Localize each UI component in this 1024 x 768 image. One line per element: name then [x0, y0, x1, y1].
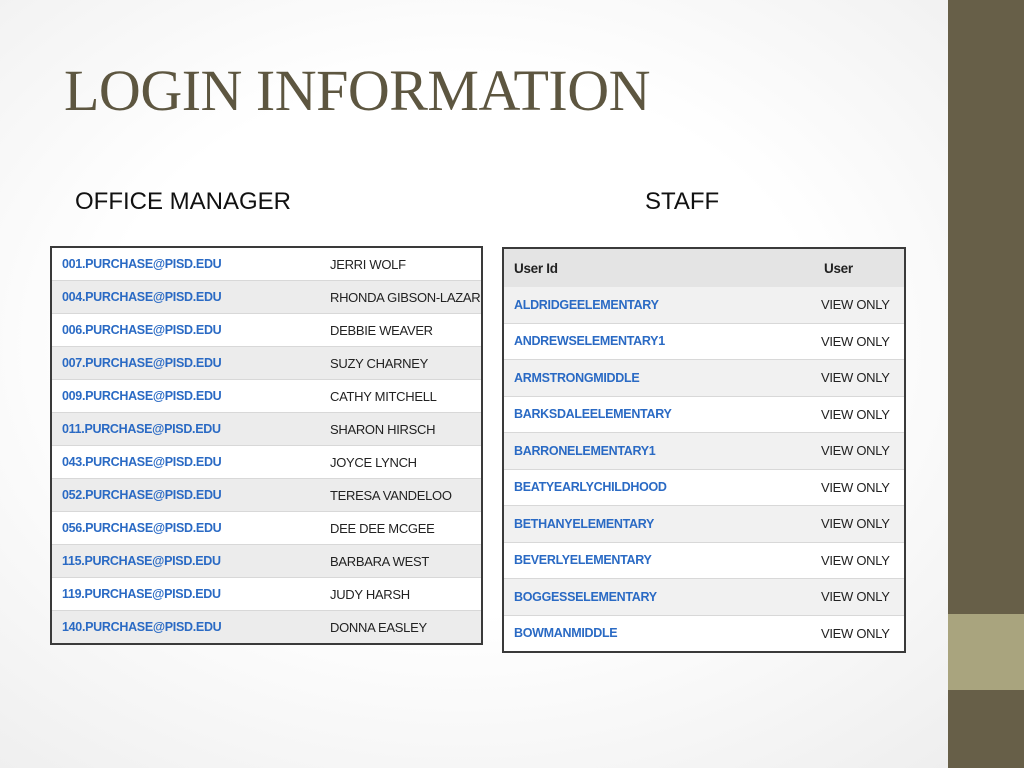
manager-email[interactable]: 140.PURCHASE@PISD.EDU [51, 610, 310, 645]
table-row: BARKSDALEELEMENTARY VIEW ONLY [503, 396, 905, 433]
staff-user-id[interactable]: ANDREWSELEMENTARY1 [503, 323, 809, 360]
manager-name: RHONDA GIBSON-LAZARUS [310, 280, 482, 314]
office-manager-table: 001.PURCHASE@PISD.EDU JERRI WOLF 004.PUR… [50, 246, 483, 645]
table-row: 011.PURCHASE@PISD.EDU SHARON HIRSCH [51, 412, 482, 446]
table-header-row: User Id User [503, 248, 905, 287]
manager-email[interactable]: 011.PURCHASE@PISD.EDU [51, 412, 310, 446]
manager-email[interactable]: 006.PURCHASE@PISD.EDU [51, 313, 310, 347]
sidebar-accent-block [948, 614, 1024, 690]
staff-user-access: VIEW ONLY [809, 432, 905, 470]
manager-email[interactable]: 052.PURCHASE@PISD.EDU [51, 478, 310, 512]
table-row: BEVERLYELEMENTARY VIEW ONLY [503, 542, 905, 579]
manager-name: TERESA VANDELOO [310, 478, 482, 512]
staff-user-id[interactable]: BARRONELEMENTARY1 [503, 432, 809, 470]
table-row: BEATYEARLYCHILDHOOD VIEW ONLY [503, 469, 905, 506]
manager-name: CATHY MITCHELL [310, 379, 482, 413]
table-row: 006.PURCHASE@PISD.EDU DEBBIE WEAVER [51, 313, 482, 347]
table-row: 009.PURCHASE@PISD.EDU CATHY MITCHELL [51, 379, 482, 413]
manager-name: DEE DEE MCGEE [310, 511, 482, 545]
manager-name: BARBARA WEST [310, 544, 482, 578]
staff-user-access: VIEW ONLY [809, 615, 905, 653]
staff-user-id[interactable]: ALDRIDGEELEMENTARY [503, 287, 809, 324]
manager-email[interactable]: 115.PURCHASE@PISD.EDU [51, 544, 310, 578]
table-row: ANDREWSELEMENTARY1 VIEW ONLY [503, 323, 905, 360]
staff-user-id[interactable]: BEVERLYELEMENTARY [503, 542, 809, 579]
manager-email[interactable]: 004.PURCHASE@PISD.EDU [51, 280, 310, 314]
manager-email[interactable]: 009.PURCHASE@PISD.EDU [51, 379, 310, 413]
staff-user-id[interactable]: BOGGESSELEMENTARY [503, 578, 809, 616]
manager-email[interactable]: 001.PURCHASE@PISD.EDU [51, 247, 310, 281]
staff-user-access: VIEW ONLY [809, 323, 905, 360]
staff-user-access: VIEW ONLY [809, 469, 905, 506]
table-row: BOGGESSELEMENTARY VIEW ONLY [503, 578, 905, 616]
staff-user-id[interactable]: BEATYEARLYCHILDHOOD [503, 469, 809, 506]
manager-name: SHARON HIRSCH [310, 412, 482, 446]
staff-table: User Id User ALDRIDGEELEMENTARY VIEW ONL… [502, 247, 906, 653]
manager-name: JUDY HARSH [310, 577, 482, 611]
staff-user-id[interactable]: BOWMANMIDDLE [503, 615, 809, 653]
table-row: 007.PURCHASE@PISD.EDU SUZY CHARNEY [51, 346, 482, 380]
staff-user-id[interactable]: BETHANYELEMENTARY [503, 505, 809, 543]
table-row: 043.PURCHASE@PISD.EDU JOYCE LYNCH [51, 445, 482, 479]
table-row: BOWMANMIDDLE VIEW ONLY [503, 615, 905, 653]
page-title: LOGIN INFORMATION [64, 58, 650, 123]
office-manager-heading: OFFICE MANAGER [75, 188, 292, 215]
staff-user-access: VIEW ONLY [809, 578, 905, 616]
staff-user-access: VIEW ONLY [809, 542, 905, 579]
table-row: BARRONELEMENTARY1 VIEW ONLY [503, 432, 905, 470]
table-row: 056.PURCHASE@PISD.EDU DEE DEE MCGEE [51, 511, 482, 545]
staff-user-id[interactable]: ARMSTRONGMIDDLE [503, 359, 809, 397]
staff-user-access: VIEW ONLY [809, 505, 905, 543]
table-row: 115.PURCHASE@PISD.EDU BARBARA WEST [51, 544, 482, 578]
manager-name: JERRI WOLF [310, 247, 482, 281]
manager-name: DONNA EASLEY [310, 610, 482, 645]
manager-email[interactable]: 056.PURCHASE@PISD.EDU [51, 511, 310, 545]
staff-user-id[interactable]: BARKSDALEELEMENTARY [503, 396, 809, 433]
manager-email[interactable]: 007.PURCHASE@PISD.EDU [51, 346, 310, 380]
table-row: BETHANYELEMENTARY VIEW ONLY [503, 505, 905, 543]
table-row: 004.PURCHASE@PISD.EDU RHONDA GIBSON-LAZA… [51, 280, 482, 314]
table-row: ARMSTRONGMIDDLE VIEW ONLY [503, 359, 905, 397]
column-header-user-id[interactable]: User Id [503, 248, 809, 287]
staff-heading: STAFF [645, 188, 720, 215]
staff-user-access: VIEW ONLY [809, 396, 905, 433]
column-header-user[interactable]: User [809, 248, 905, 287]
manager-name: DEBBIE WEAVER [310, 313, 482, 347]
table-row: 140.PURCHASE@PISD.EDU DONNA EASLEY [51, 610, 482, 645]
table-row: 119.PURCHASE@PISD.EDU JUDY HARSH [51, 577, 482, 611]
manager-name: JOYCE LYNCH [310, 445, 482, 479]
table-row: 052.PURCHASE@PISD.EDU TERESA VANDELOO [51, 478, 482, 512]
manager-email[interactable]: 043.PURCHASE@PISD.EDU [51, 445, 310, 479]
table-row: ALDRIDGEELEMENTARY VIEW ONLY [503, 287, 905, 324]
staff-user-access: VIEW ONLY [809, 287, 905, 324]
staff-user-access: VIEW ONLY [809, 359, 905, 397]
manager-email[interactable]: 119.PURCHASE@PISD.EDU [51, 577, 310, 611]
manager-name: SUZY CHARNEY [310, 346, 482, 380]
table-row: 001.PURCHASE@PISD.EDU JERRI WOLF [51, 247, 482, 281]
